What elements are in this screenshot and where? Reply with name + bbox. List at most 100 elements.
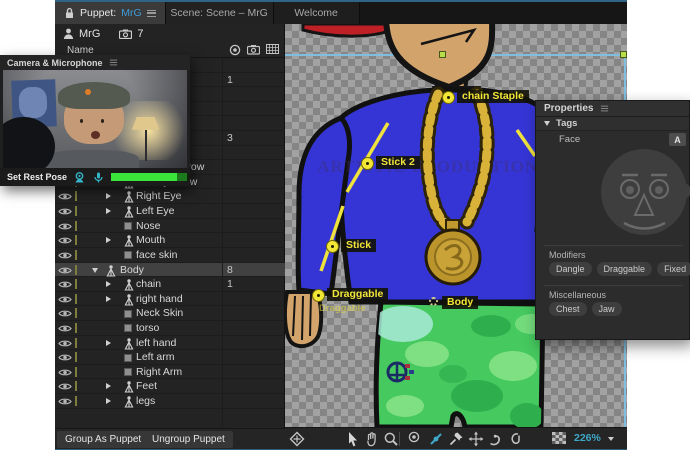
column-divider [222,58,223,430]
visibility-eye-icon[interactable] [58,382,72,391]
tree-row-chain[interactable]: chain 1 [55,277,285,292]
tree-row-face-skin[interactable]: face skin [55,248,285,263]
camera-mic-title: Camera & Microphone [7,57,103,68]
tab-welcome[interactable]: Welcome [273,2,360,24]
zoom-level-value[interactable]: 226% [574,432,601,444]
lock-icon [66,7,73,18]
visibility-eye-icon[interactable] [58,207,72,216]
expand-arrow-icon[interactable] [106,193,111,200]
visibility-eye-icon[interactable] [58,309,72,318]
group-as-puppet-button[interactable]: Group As Puppet [57,431,150,448]
visibility-eye-icon[interactable] [58,397,72,406]
tree-row-right-eye[interactable]: Right Eye [55,189,285,205]
expand-arrow-icon[interactable] [106,208,111,215]
handle-pin-stick2[interactable] [361,157,374,170]
visibility-eye-icon[interactable] [58,251,72,260]
handle-label-stick[interactable]: Stick [341,239,377,252]
expand-arrow-icon[interactable] [106,237,111,244]
face-row: Face A [536,133,689,147]
expand-arrow-icon[interactable] [106,339,111,346]
microphone-icon[interactable] [92,172,105,183]
tree-row-left-eye[interactable]: Left Eye [55,204,285,219]
modifier-tags: Dangle Draggable Fixed [549,262,690,276]
modifier-tag-fixed[interactable]: Fixed [657,262,690,276]
panel-menu-icon[interactable] [146,9,156,17]
tree-row-neck-skin[interactable]: Neck Skin [55,306,285,321]
visibility-eye-icon[interactable] [58,280,72,289]
handle-label-draggable[interactable]: Draggable [327,288,389,301]
misc-tag-chest[interactable]: Chest [549,302,587,316]
expand-arrow-icon[interactable] [92,267,98,273]
armed-indicator [75,337,77,348]
hook-tool-icon[interactable] [488,431,504,447]
visibility-eye-icon[interactable] [58,295,72,304]
visibility-eye-icon[interactable] [58,236,72,245]
face-trigger-badge[interactable]: A [669,133,686,146]
expand-arrow-icon[interactable] [106,281,111,288]
handle-label-body[interactable]: Body [442,296,479,309]
expand-arrow-icon[interactable] [106,295,111,302]
tree-row-body[interactable]: Body 8 [55,262,285,278]
handle-label-chain-staple[interactable]: chain Staple [457,90,529,103]
visibility-eye-icon[interactable] [58,266,72,275]
armed-indicator [75,396,77,407]
tree-row-label: torso [136,321,160,334]
handle-pin-stick[interactable] [326,240,339,253]
visibility-eye-icon[interactable] [58,339,72,348]
visibility-eye-icon[interactable] [58,222,72,231]
puppet-icon [124,206,134,218]
panel-menu-icon[interactable] [601,105,609,112]
selection-handle-corner[interactable] [620,51,627,58]
camera-icon[interactable] [247,44,260,56]
armed-indicator [75,191,77,202]
stick-tool-icon[interactable] [428,431,444,447]
tree-row-legs[interactable]: legs [55,394,285,409]
mesh-icon [124,368,132,377]
cursor-icon[interactable] [345,431,361,447]
visibility-eye-icon[interactable] [58,324,72,333]
screenshot-root: Puppet: MrG Scene: Scene – MrG Welcome M… [0,0,690,450]
handle-pin-draggable[interactable] [312,289,325,302]
tree-row-torso[interactable]: torso [55,321,285,336]
tab-puppet[interactable]: Puppet: MrG [55,2,166,24]
tags-section-header[interactable]: Tags [536,117,689,131]
handle-pin-chain-staple[interactable] [442,91,455,104]
visibility-eye-icon[interactable] [58,353,72,362]
tree-row-right-hand[interactable]: right hand [55,292,285,307]
visibility-eye-icon[interactable] [58,368,72,377]
panel-menu-icon[interactable] [109,59,117,66]
zoom-lens-icon[interactable] [383,431,399,447]
record-dot-icon[interactable] [408,431,424,447]
webcam-icon[interactable] [73,171,86,183]
set-rest-pose-button[interactable]: Set Rest Pose [7,172,67,182]
hand-icon[interactable] [364,431,380,447]
body-origin-icon[interactable] [429,297,438,306]
cap-brim [301,24,399,38]
pin-tool-icon[interactable] [448,431,464,447]
tab-welcome-label: Welcome [294,7,338,19]
record-dot-icon[interactable] [229,44,241,56]
grid-icon[interactable] [266,44,279,56]
tree-row-nose[interactable]: Nose [55,219,285,234]
dangle-tool-icon[interactable] [507,431,523,447]
checker-swatch-icon[interactable] [551,431,567,447]
expand-arrow-icon[interactable] [106,383,111,390]
drag-tool-icon[interactable] [468,431,484,447]
tree-row-feet[interactable]: Feet [55,379,285,395]
handle-label-stick2[interactable]: Stick 2 [376,156,420,169]
modifier-tag-draggable[interactable]: Draggable [596,262,653,276]
ungroup-puppet-button[interactable]: Ungroup Puppet [144,431,233,448]
transform-icon[interactable] [289,431,305,447]
modifier-tag-dangle[interactable]: Dangle [549,262,592,276]
tree-row-mouth[interactable]: Mouth [55,233,285,248]
zoom-caret-icon[interactable] [608,437,614,441]
tree-row-left-arm[interactable]: Left arm [55,350,285,365]
tree-row-left-hand[interactable]: left hand [55,336,285,351]
misc-tag-jaw[interactable]: Jaw [591,302,622,316]
expand-arrow-icon[interactable] [106,398,111,405]
tab-scene[interactable]: Scene: Scene – MrG [165,2,274,24]
selection-handle-top[interactable] [439,51,446,58]
tree-row-right-arm[interactable]: Right Arm [55,365,285,380]
visibility-eye-icon[interactable] [58,192,72,201]
armed-indicator [75,322,77,333]
